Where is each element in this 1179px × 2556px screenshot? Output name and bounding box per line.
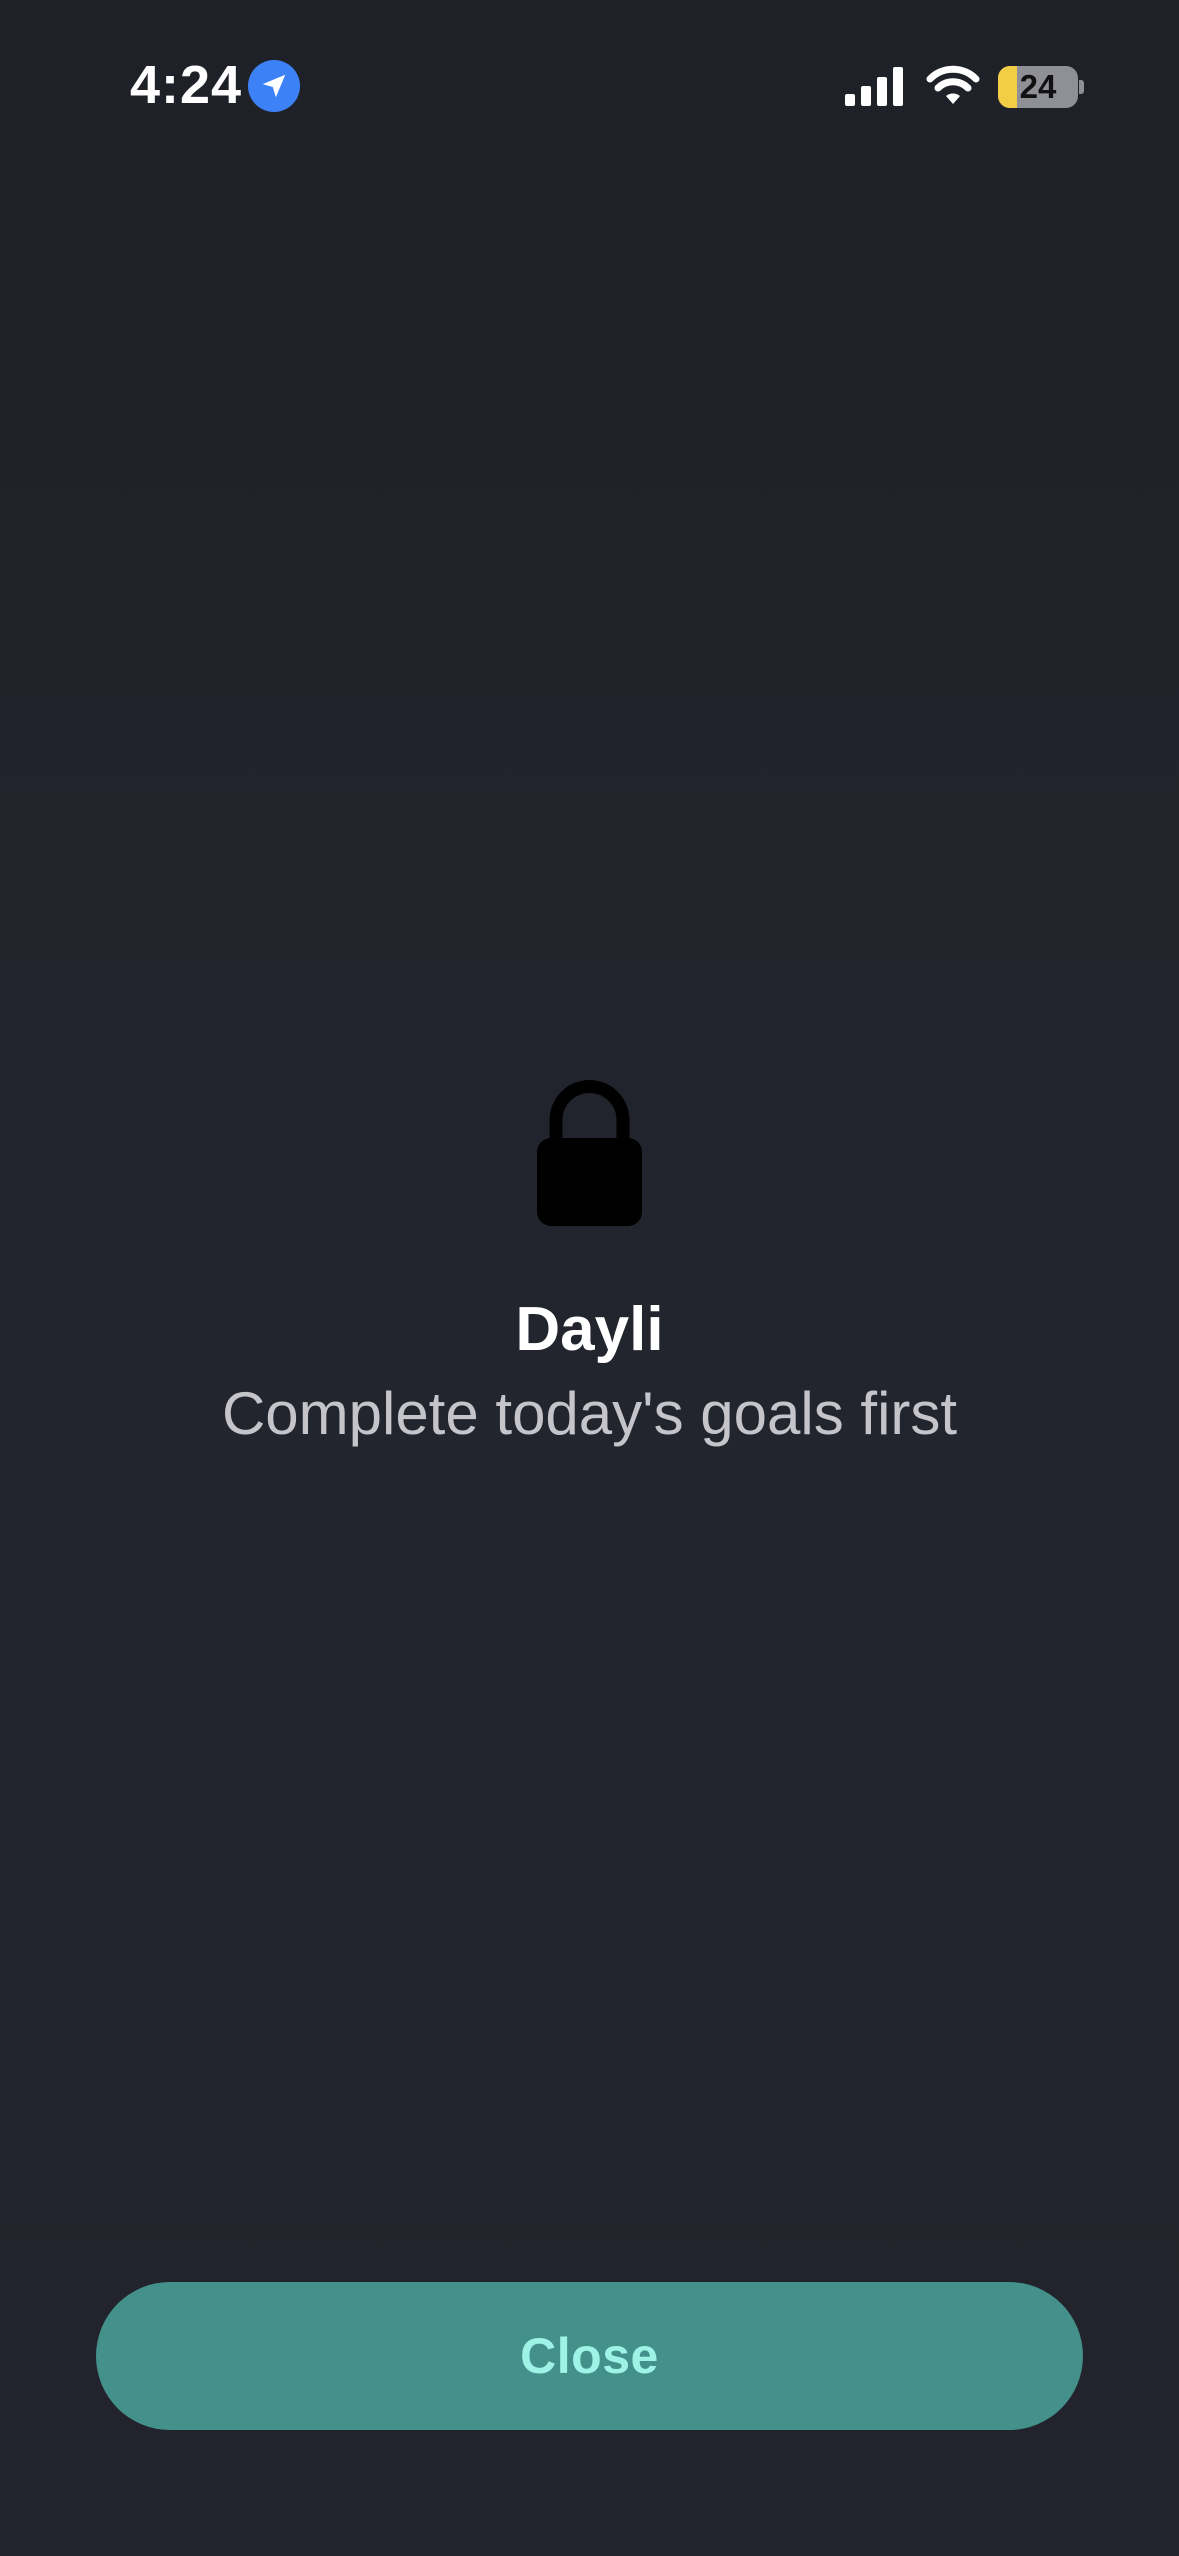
lock-icon [537,1080,642,1226]
app-title: Dayli [515,1295,664,1364]
status-time: 4:24 [130,55,243,115]
wifi-icon [926,65,980,104]
cellular-signal-icon [845,67,903,106]
battery-icon: 24 [998,66,1078,108]
close-button[interactable]: Close [96,2282,1083,2430]
close-button-label: Close [520,2328,659,2384]
battery-percentage: 24 [1019,68,1057,105]
status-bar: 4:24 24 [0,0,1179,170]
battery-cap [1079,80,1084,94]
lock-message: Complete today's goals first [221,1380,958,1447]
location-arrow-icon [248,60,300,112]
